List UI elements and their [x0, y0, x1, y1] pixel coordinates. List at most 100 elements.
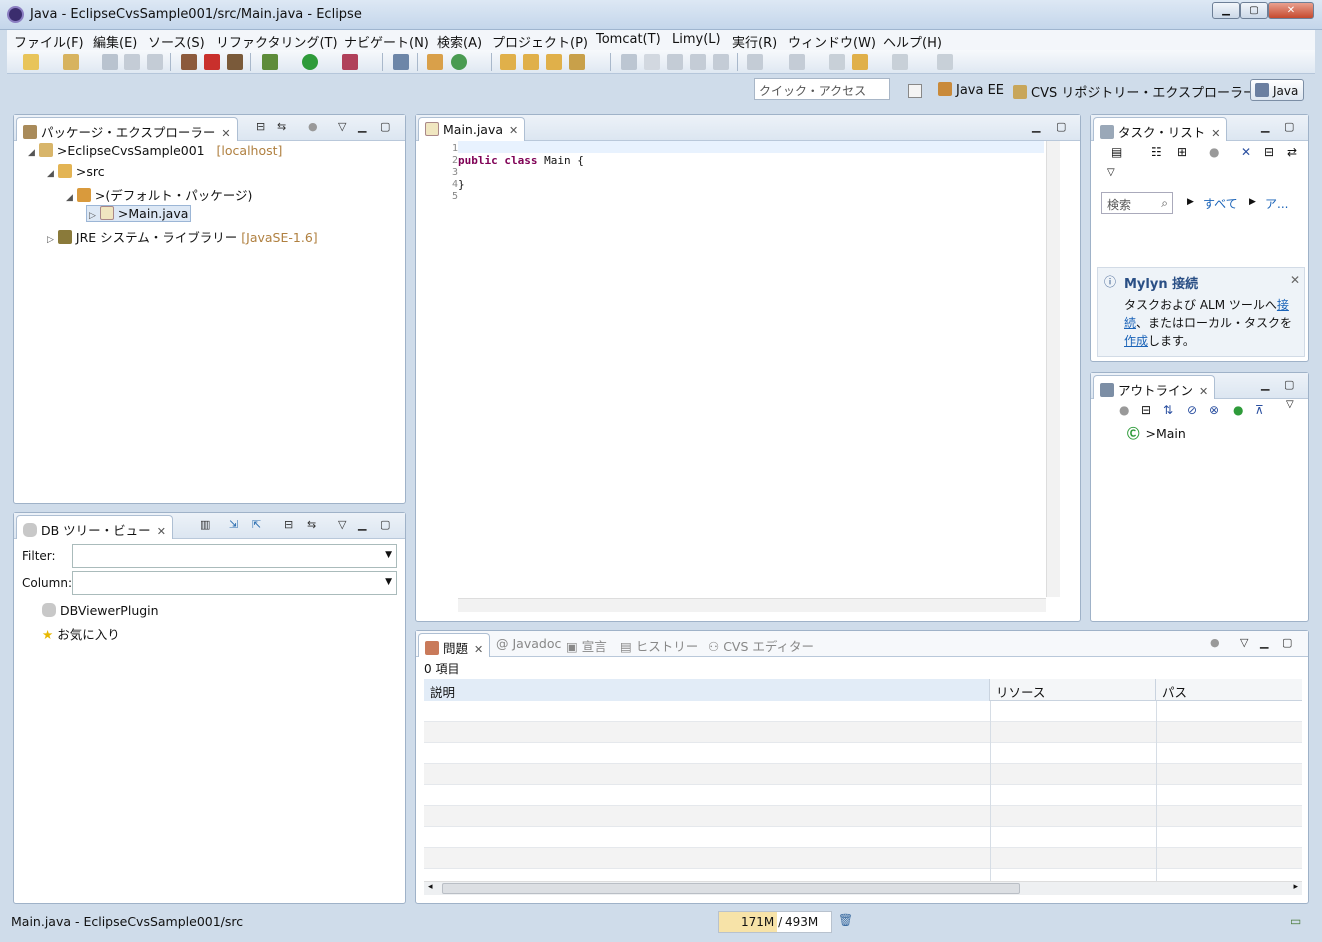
editor-horizontal-scrollbar[interactable]	[458, 598, 1046, 612]
tomcat-restart-icon[interactable]	[227, 54, 243, 70]
menu-refactor[interactable]: リファクタリング(T)	[216, 32, 338, 51]
tab-package-explorer[interactable]: パッケージ・エクスプローラー ✕	[16, 117, 238, 141]
tab-outline[interactable]: アウトライン ✕	[1093, 375, 1216, 399]
save-icon[interactable]	[102, 54, 118, 70]
quick-access-input[interactable]: クイック・アクセス	[754, 78, 890, 100]
view-menu-icon[interactable]: ▽	[1107, 167, 1115, 178]
focus-icon[interactable]: ●	[1210, 636, 1220, 649]
close-tab-icon[interactable]: ✕	[1211, 127, 1220, 140]
hide-fields-icon[interactable]: ⊘	[1187, 403, 1197, 417]
close-tab-icon[interactable]: ✕	[509, 124, 518, 137]
tomcat-stop-icon[interactable]	[204, 54, 220, 70]
column-resource[interactable]: リソース	[990, 679, 1156, 701]
categorized-icon[interactable]: ☷	[1151, 145, 1162, 159]
menu-project[interactable]: プロジェクト(P)	[492, 32, 588, 51]
close-tab-icon[interactable]: ✕	[1199, 385, 1208, 398]
maximize-view-icon[interactable]: ▢	[380, 518, 390, 531]
new-task-icon[interactable]: ▤	[1111, 145, 1122, 159]
tab-history[interactable]: ▤ ヒストリー	[620, 636, 698, 655]
editor-vertical-scrollbar[interactable]	[1046, 141, 1060, 597]
tree-main-java[interactable]: ▷ >Main.java	[86, 205, 192, 222]
code-area[interactable]: public class Main { }	[458, 143, 584, 191]
skip-breakpoints-icon[interactable]	[393, 54, 409, 70]
progress-icon[interactable]: ▭	[1290, 914, 1301, 928]
minimize-view-icon[interactable]: ▁	[1260, 636, 1268, 649]
close-tab-icon[interactable]: ✕	[474, 643, 483, 656]
new-package-icon[interactable]	[427, 54, 443, 70]
maximize-view-icon[interactable]: ▢	[380, 120, 390, 133]
db-connect-icon[interactable]: ▥	[200, 518, 210, 531]
annotation-icon[interactable]	[621, 54, 637, 70]
create-link[interactable]: 作成	[1124, 334, 1148, 348]
tree-src[interactable]: ◢ >src	[47, 164, 105, 179]
activate-link[interactable]: ア...	[1265, 195, 1288, 212]
tree-default-package[interactable]: ◢ >(デフォルト・パッケージ)	[66, 185, 252, 204]
table-horizontal-scrollbar[interactable]: ◂ ▸	[424, 881, 1302, 895]
hide-nonpublic-icon[interactable]: ●	[1233, 403, 1243, 417]
column-combo[interactable]: ▼	[72, 571, 397, 595]
menu-help[interactable]: ヘルプ(H)	[883, 32, 942, 51]
maximize-view-icon[interactable]: ▢	[1284, 120, 1294, 133]
task-search-input[interactable]: 検索 ⌕	[1101, 192, 1173, 214]
open-resource-icon[interactable]	[523, 54, 539, 70]
filter-combo[interactable]: ▼	[72, 544, 397, 568]
focus-icon[interactable]: ●	[1209, 145, 1219, 159]
maximize-view-icon[interactable]: ▢	[1056, 120, 1066, 133]
new-project-icon[interactable]	[63, 54, 79, 70]
tree-dbviewer-plugin[interactable]: DBViewerPlugin	[42, 603, 159, 618]
save-all-icon[interactable]	[124, 54, 140, 70]
tab-cvs-editor[interactable]: ⚇ CVS エディター	[708, 636, 814, 655]
menu-window[interactable]: ウィンドウ(W)	[788, 32, 876, 51]
link-editor-icon[interactable]: ⇆	[277, 120, 286, 133]
open-type-icon[interactable]	[500, 54, 516, 70]
garbage-collect-icon[interactable]: 🗑	[838, 913, 853, 927]
collapse-all-icon[interactable]: ⊟	[1264, 145, 1274, 159]
scroll-left-icon[interactable]: ◂	[428, 882, 433, 892]
export-icon[interactable]: ⇱	[252, 518, 261, 531]
view-menu-icon[interactable]: ▽	[338, 518, 346, 531]
tab-declaration[interactable]: ▣ 宣言	[566, 636, 607, 655]
collapse-all-icon[interactable]: ⊟	[284, 518, 293, 531]
new-class-icon[interactable]	[451, 54, 467, 70]
maximize-view-icon[interactable]: ▢	[1284, 378, 1294, 391]
sync-icon[interactable]: ⇄	[1287, 145, 1297, 159]
sort-icon[interactable]: ⇅	[1163, 403, 1173, 417]
open-perspective-icon[interactable]	[908, 84, 922, 98]
minimize-view-icon[interactable]: ▁	[358, 518, 366, 531]
view-menu-icon[interactable]: ▽	[1286, 399, 1294, 410]
tree-project[interactable]: ◢ >EclipseCvsSample001 [localhost]	[28, 143, 282, 158]
outline-item-main[interactable]: Ⓒ >Main	[1127, 423, 1186, 442]
menu-file[interactable]: ファイル(F)	[14, 32, 84, 51]
menu-run[interactable]: 実行(R)	[732, 32, 777, 51]
hide-completed-icon[interactable]: ✕	[1241, 145, 1251, 159]
scroll-right-icon[interactable]: ▸	[1293, 882, 1298, 892]
column-path[interactable]: パス	[1156, 679, 1302, 701]
tomcat-start-icon[interactable]	[181, 54, 197, 70]
menu-limy[interactable]: Limy(L)	[672, 32, 721, 47]
hide-local-types-icon[interactable]: ⊼	[1255, 403, 1264, 417]
maximize-view-icon[interactable]: ▢	[1282, 636, 1292, 649]
heap-status[interactable]: 171M / 493M	[718, 911, 832, 933]
focus-icon[interactable]: ●	[1119, 403, 1129, 417]
minimize-button[interactable]: ▁	[1212, 2, 1240, 19]
menu-edit[interactable]: 編集(E)	[93, 32, 137, 51]
pen-icon[interactable]	[644, 54, 660, 70]
view-menu-icon[interactable]: ▽	[1240, 636, 1248, 649]
close-icon[interactable]: ✕	[1290, 273, 1300, 287]
minimize-view-icon[interactable]: ▁	[358, 120, 366, 133]
close-button[interactable]: ✕	[1268, 2, 1314, 19]
highlight-icon[interactable]	[667, 54, 683, 70]
menu-source[interactable]: ソース(S)	[148, 32, 205, 51]
link-editor-icon[interactable]: ⇆	[307, 518, 316, 531]
hide-static-icon[interactable]: ⊗	[1209, 403, 1219, 417]
tree-jre[interactable]: ▷ JRE システム・ライブラリー [JavaSE-1.6]	[47, 227, 318, 246]
import-icon[interactable]: ⇲	[229, 518, 238, 531]
print-icon[interactable]	[147, 54, 163, 70]
whitespace-icon[interactable]	[713, 54, 729, 70]
focus-task-icon[interactable]: ●	[308, 120, 318, 133]
tab-main-java[interactable]: Main.java ✕	[418, 117, 526, 141]
tree-favorites[interactable]: ★ お気に入り	[42, 624, 120, 643]
back-icon[interactable]	[852, 54, 868, 70]
view-menu-icon[interactable]: ▽	[338, 120, 346, 133]
scheduled-icon[interactable]: ⊞	[1177, 145, 1187, 159]
